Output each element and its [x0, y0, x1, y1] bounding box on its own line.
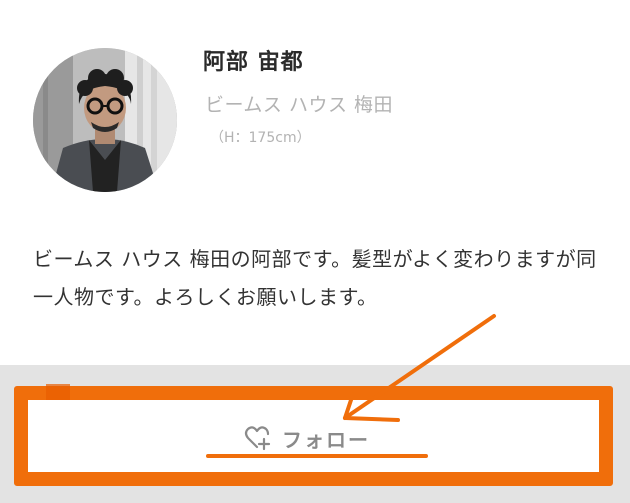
- follow-button[interactable]: フォロー: [244, 420, 394, 456]
- staff-height: （H：175cm）: [210, 130, 311, 146]
- avatar[interactable]: [33, 48, 177, 192]
- profile-section: 阿部 宙都 ビームス ハウス 梅田 （H：175cm） ビームス ハウス 梅田の…: [0, 0, 630, 365]
- staff-bio: ビームス ハウス 梅田の阿部です。髪型がよく変わりますが同一人物です。よろしくお…: [33, 247, 597, 309]
- heart-plus-icon: [244, 425, 272, 451]
- follow-label: フォロー: [282, 427, 370, 452]
- shop-name[interactable]: ビームス ハウス 梅田: [205, 90, 393, 117]
- staff-name: 阿部 宙都: [203, 50, 304, 75]
